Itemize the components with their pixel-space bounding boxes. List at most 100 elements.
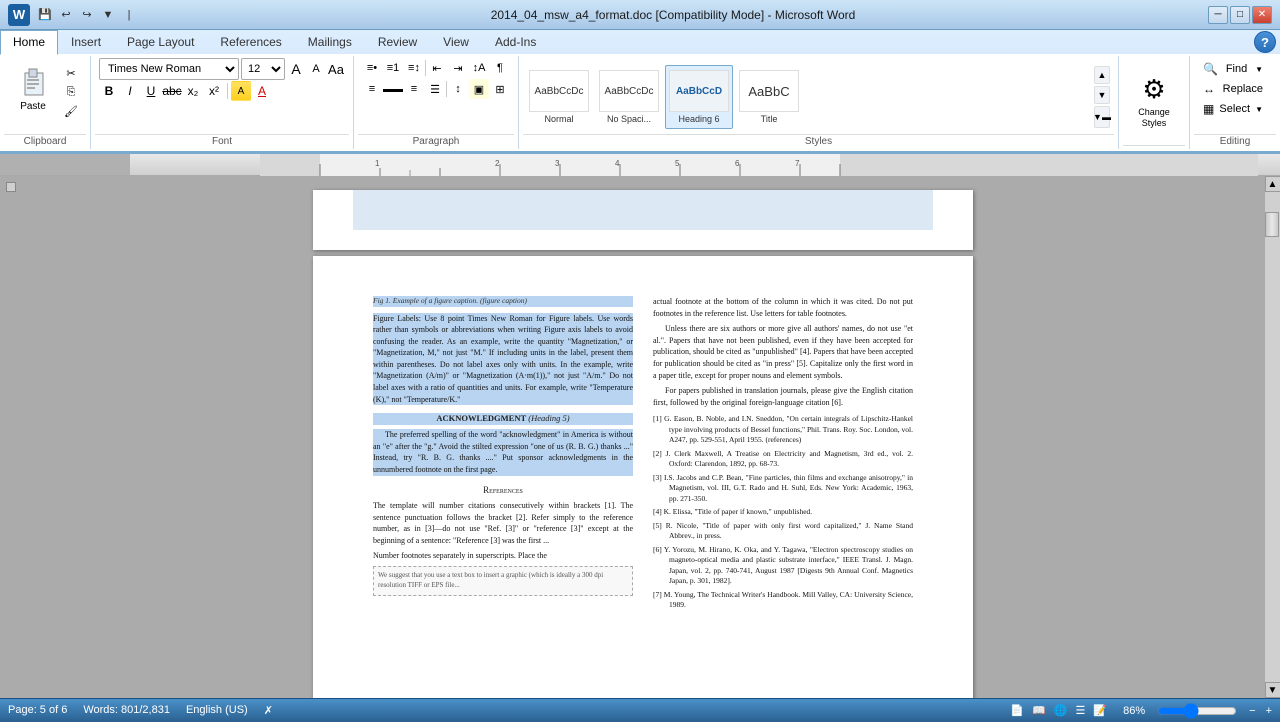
zoom-slider[interactable]: [1157, 706, 1237, 716]
replace-label: Replace: [1223, 83, 1263, 95]
scroll-up-button[interactable]: ▲: [1265, 176, 1280, 192]
zoom-out-icon[interactable]: −: [1249, 705, 1255, 717]
status-bar: Page: 5 of 6 Words: 801/2,831 English (U…: [0, 698, 1280, 722]
font-grow-button[interactable]: A: [287, 60, 305, 78]
shading-button[interactable]: ▣: [469, 79, 489, 99]
vertical-scrollbar[interactable]: ▲ ▼: [1264, 176, 1280, 698]
tab-mailings[interactable]: Mailings: [295, 30, 365, 54]
view-outline-btn[interactable]: ☰: [1076, 704, 1086, 717]
view-web-btn[interactable]: 🌐: [1054, 704, 1068, 717]
sort-button[interactable]: ↕A: [469, 58, 489, 78]
copy-button[interactable]: ⎘: [60, 83, 82, 101]
view-draft-btn[interactable]: 📝: [1093, 704, 1107, 717]
tab-view[interactable]: View: [430, 30, 482, 54]
font-size-select[interactable]: 12: [241, 58, 285, 80]
tab-review[interactable]: Review: [365, 30, 430, 54]
styles-up-button[interactable]: ▲: [1094, 66, 1110, 84]
left-column: Fig 1. Example of a figure caption. (fig…: [373, 296, 633, 614]
font-name-select[interactable]: Times New Roman: [99, 58, 239, 80]
quick-access-toolbar: 💾 ↩ ↪ ▼ |: [36, 6, 138, 24]
divider-icon: |: [120, 6, 138, 24]
borders-button[interactable]: ⊞: [490, 79, 510, 99]
undo-quick-btn[interactable]: ↩: [57, 6, 75, 24]
select-label: Select: [1219, 103, 1250, 115]
tab-addins[interactable]: Add-Ins: [482, 30, 549, 54]
bullets-button[interactable]: ≡•: [362, 58, 382, 78]
ack-body-text: The preferred spelling of the word "ackn…: [373, 429, 633, 475]
change-styles-content: ⚙ ChangeStyles: [1123, 56, 1185, 145]
view-print-btn[interactable]: 📄: [1010, 704, 1024, 717]
find-button[interactable]: 🔍 Find ▼: [1198, 60, 1268, 78]
customize-quick-btn[interactable]: ▼: [99, 6, 117, 24]
styles-label: Styles: [523, 134, 1114, 149]
bold-button[interactable]: B: [99, 81, 119, 101]
style-no-spacing[interactable]: AaBbCcDc No Spaci...: [595, 65, 663, 129]
change-styles-button[interactable]: ⚙ ChangeStyles: [1127, 73, 1181, 131]
help-button[interactable]: ?: [1254, 31, 1276, 53]
line-spacing-button[interactable]: ↕: [448, 79, 468, 99]
styles-more-button[interactable]: ▼▬: [1094, 106, 1110, 128]
show-formatting-button[interactable]: ¶: [490, 58, 510, 78]
style-normal-preview: AaBbCcDc: [529, 70, 589, 112]
styles-down-button[interactable]: ▼: [1094, 86, 1110, 104]
tab-home[interactable]: Home: [0, 30, 58, 55]
italic-button[interactable]: I: [120, 81, 140, 101]
font-shrink-button[interactable]: A: [307, 60, 325, 78]
proofing-icon: ✗: [264, 704, 273, 717]
ref-3: [3] I.S. Jacobs and C.P. Bean, "Fine par…: [653, 473, 913, 505]
decrease-indent-button[interactable]: ⇤: [427, 58, 447, 78]
text-highlight-button[interactable]: A: [231, 81, 251, 101]
minimize-button[interactable]: ─: [1208, 6, 1228, 24]
align-left-button[interactable]: ≡: [362, 79, 382, 99]
separator: [227, 83, 228, 99]
scroll-thumb[interactable]: [1265, 212, 1279, 237]
style-normal[interactable]: AaBbCcDc Normal: [525, 65, 593, 129]
styles-group-content: AaBbCcDc Normal AaBbCcDc No Spaci...: [523, 56, 1114, 134]
close-button[interactable]: ✕: [1252, 6, 1272, 24]
separator: [446, 81, 447, 97]
paste-label: Paste: [20, 101, 46, 112]
replace-button[interactable]: ↔ Replace: [1198, 80, 1268, 98]
font-group-content: Times New Roman 12 A A Aa B I U abc x₂ x…: [95, 56, 349, 134]
font-name-row: Times New Roman 12 A A Aa: [99, 58, 345, 80]
cut-button[interactable]: ✂: [60, 64, 82, 82]
justify-button[interactable]: ☰: [425, 79, 445, 99]
multilevel-button[interactable]: ≡↕: [404, 58, 424, 78]
clear-format-button[interactable]: Aa: [327, 60, 345, 78]
status-right: 📄 📖 🌐 ☰ 📝 86% − +: [1010, 704, 1272, 717]
view-full-btn[interactable]: 📖: [1032, 704, 1046, 717]
scroll-down-button[interactable]: ▼: [1265, 682, 1280, 698]
format-painter-button[interactable]: 🖌: [60, 102, 82, 120]
svg-text:2: 2: [495, 159, 500, 168]
tab-insert[interactable]: Insert: [58, 30, 114, 54]
tab-page-layout[interactable]: Page Layout: [114, 30, 207, 54]
paste-button[interactable]: Paste: [8, 60, 58, 116]
tab-references[interactable]: References: [207, 30, 294, 54]
align-center-button[interactable]: ▬▬: [383, 79, 403, 99]
align-right-button[interactable]: ≡: [404, 79, 424, 99]
style-title[interactable]: AaBbC Title: [735, 65, 803, 129]
subscript-button[interactable]: x₂: [183, 81, 203, 101]
ruler-ticks: 1 2 3 4 5 6 7: [260, 154, 1258, 176]
right-body2: Unless there are six authors or more giv…: [653, 323, 913, 381]
increase-indent-button[interactable]: ⇥: [448, 58, 468, 78]
ref-body2: Number footnotes separately in superscri…: [373, 550, 633, 562]
font-color-button[interactable]: A: [252, 81, 272, 101]
numbering-button[interactable]: ≡1: [383, 58, 403, 78]
superscript-button[interactable]: x²: [204, 81, 224, 101]
redo-quick-btn[interactable]: ↪: [78, 6, 96, 24]
style-title-preview: AaBbC: [739, 70, 799, 112]
style-heading6-label: Heading 6: [678, 114, 719, 124]
clipboard-small-btns: ✂ ⎘ 🖌: [60, 60, 82, 120]
style-heading6[interactable]: AaBbCcD Heading 6: [665, 65, 733, 129]
style-title-text: AaBbC: [748, 84, 789, 99]
zoom-in-icon[interactable]: +: [1266, 705, 1272, 717]
select-button[interactable]: ▦ Select ▼: [1198, 100, 1268, 118]
strikethrough-button[interactable]: abc: [162, 81, 182, 101]
save-quick-btn[interactable]: 💾: [36, 6, 54, 24]
ruler-content: 1 2 3 4 5 6 7: [260, 154, 1258, 175]
page-container: Fig 1. Example of a figure caption. (fig…: [313, 256, 973, 698]
maximize-button[interactable]: □: [1230, 6, 1250, 24]
underline-button[interactable]: U: [141, 81, 161, 101]
find-label: Find: [1226, 63, 1247, 75]
